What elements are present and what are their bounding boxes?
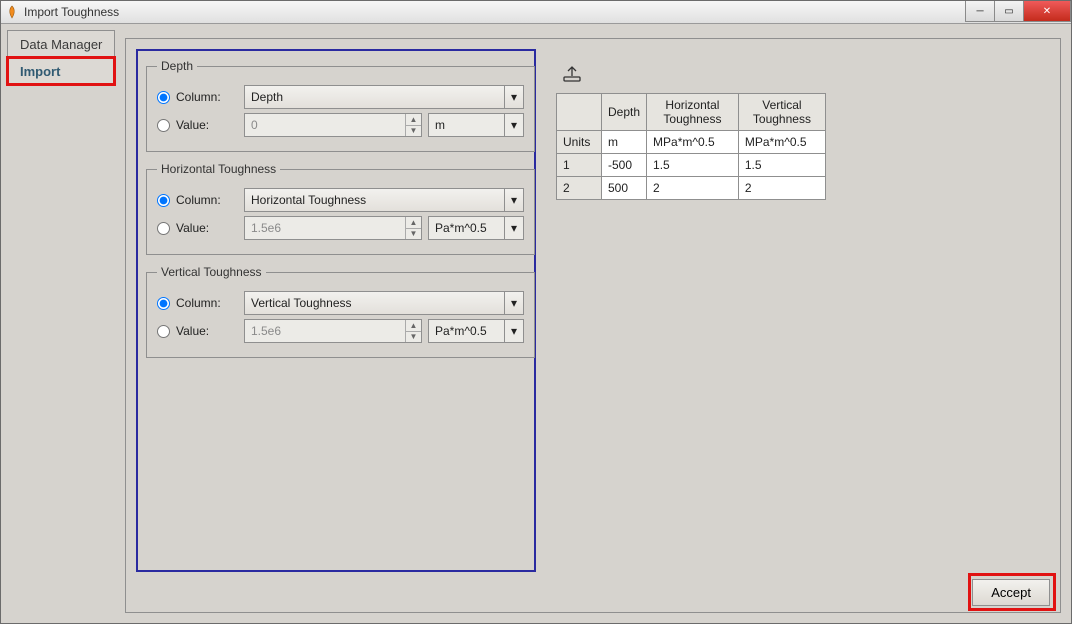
stepper-up-icon[interactable]: ▲ (405, 217, 421, 229)
vert-unit-value: Pa*m^0.5 (435, 324, 487, 338)
cell-vertical[interactable]: 2 (738, 177, 825, 200)
units-horizontal[interactable]: MPa*m^0.5 (647, 131, 739, 154)
horiz-radio-value[interactable] (157, 222, 170, 235)
data-table: Depth Horizontal Toughness Vertical Toug… (556, 93, 826, 200)
content-panel: Depth Column: Depth ▾ Value: 0 (125, 38, 1061, 613)
minimize-button[interactable]: ─ (965, 1, 995, 22)
units-depth[interactable]: m (602, 131, 647, 154)
vert-column-value: Vertical Toughness (251, 296, 352, 310)
depth-column-combo[interactable]: Depth ▾ (244, 85, 524, 109)
row-index: 1 (557, 154, 602, 177)
group-horiz-legend: Horizontal Toughness (157, 162, 280, 176)
units-row-label: Units (557, 131, 602, 154)
depth-unit-combo[interactable]: m ▾ (428, 113, 524, 137)
config-column: Depth Column: Depth ▾ Value: 0 (136, 49, 536, 572)
depth-column-label: Column: (176, 90, 238, 104)
titlebar: Import Toughness ─ ▭ ✕ (1, 1, 1071, 24)
vert-radio-column[interactable] (157, 297, 170, 310)
accept-button-label: Accept (991, 585, 1031, 600)
vert-value-label: Value: (176, 324, 238, 338)
chevron-down-icon: ▾ (504, 217, 523, 239)
window-controls: ─ ▭ ✕ (966, 1, 1071, 21)
close-button[interactable]: ✕ (1023, 1, 1071, 22)
horiz-unit-value: Pa*m^0.5 (435, 221, 487, 235)
right-column: Depth Horizontal Toughness Vertical Toug… (556, 49, 1050, 572)
vert-unit-combo[interactable]: Pa*m^0.5 ▾ (428, 319, 524, 343)
app-icon (5, 5, 19, 19)
horiz-column-label: Column: (176, 193, 238, 207)
vert-value-number: 1.5e6 (251, 324, 281, 338)
tab-import[interactable]: Import (7, 57, 115, 85)
horiz-value-spinner[interactable]: 1.5e6 ▲ ▼ (244, 216, 422, 240)
depth-radio-column[interactable] (157, 91, 170, 104)
horiz-column-value: Horizontal Toughness (251, 193, 366, 207)
stepper-down-icon[interactable]: ▼ (405, 126, 421, 137)
tab-strip: Data Manager Import (7, 30, 115, 84)
table-corner (557, 94, 602, 131)
table-row: 1 -500 1.5 1.5 (557, 154, 826, 177)
chevron-down-icon: ▾ (504, 114, 523, 136)
depth-unit-value: m (435, 118, 445, 132)
tab-data-manager-label: Data Manager (20, 37, 102, 52)
col-header-vertical[interactable]: Vertical Toughness (738, 94, 825, 131)
tab-data-manager[interactable]: Data Manager (7, 30, 115, 58)
window-title: Import Toughness (24, 5, 119, 19)
cell-vertical[interactable]: 1.5 (738, 154, 825, 177)
horiz-value-number: 1.5e6 (251, 221, 281, 235)
row-index: 2 (557, 177, 602, 200)
upload-icon[interactable] (562, 65, 1050, 83)
cell-depth[interactable]: 500 (602, 177, 647, 200)
group-vertical-toughness: Vertical Toughness Column: Vertical Toug… (146, 265, 535, 358)
group-depth-legend: Depth (157, 59, 197, 73)
col-header-horizontal[interactable]: Horizontal Toughness (647, 94, 739, 131)
maximize-button[interactable]: ▭ (994, 1, 1024, 22)
horiz-radio-column[interactable] (157, 194, 170, 207)
stepper-down-icon[interactable]: ▼ (405, 229, 421, 240)
window-root: Import Toughness ─ ▭ ✕ Data Manager Impo… (0, 0, 1072, 624)
cell-depth[interactable]: -500 (602, 154, 647, 177)
cell-horizontal[interactable]: 2 (647, 177, 739, 200)
chevron-down-icon: ▾ (504, 86, 523, 108)
stepper-up-icon[interactable]: ▲ (405, 320, 421, 332)
body-area: Data Manager Import Depth Column: Depth (3, 24, 1069, 621)
accept-button[interactable]: Accept (972, 579, 1050, 606)
cell-horizontal[interactable]: 1.5 (647, 154, 739, 177)
stepper-up-icon[interactable]: ▲ (405, 114, 421, 126)
depth-value-label: Value: (176, 118, 238, 132)
stepper-down-icon[interactable]: ▼ (405, 332, 421, 343)
vert-column-combo[interactable]: Vertical Toughness ▾ (244, 291, 524, 315)
col-header-depth[interactable]: Depth (602, 94, 647, 131)
tab-import-label: Import (20, 64, 60, 79)
vert-value-spinner[interactable]: 1.5e6 ▲ ▼ (244, 319, 422, 343)
depth-radio-value[interactable] (157, 119, 170, 132)
table-units-row: Units m MPa*m^0.5 MPa*m^0.5 (557, 131, 826, 154)
horiz-value-label: Value: (176, 221, 238, 235)
vert-radio-value[interactable] (157, 325, 170, 338)
group-horizontal-toughness: Horizontal Toughness Column: Horizontal … (146, 162, 535, 255)
group-vert-legend: Vertical Toughness (157, 265, 266, 279)
chevron-down-icon: ▾ (504, 320, 523, 342)
group-depth: Depth Column: Depth ▾ Value: 0 (146, 59, 535, 152)
horiz-column-combo[interactable]: Horizontal Toughness ▾ (244, 188, 524, 212)
table-row: 2 500 2 2 (557, 177, 826, 200)
chevron-down-icon: ▾ (504, 189, 523, 211)
chevron-down-icon: ▾ (504, 292, 523, 314)
vert-column-label: Column: (176, 296, 238, 310)
depth-column-value: Depth (251, 90, 283, 104)
units-vertical[interactable]: MPa*m^0.5 (738, 131, 825, 154)
depth-value-spinner[interactable]: 0 ▲ ▼ (244, 113, 422, 137)
depth-value-number: 0 (251, 118, 258, 132)
horiz-unit-combo[interactable]: Pa*m^0.5 ▾ (428, 216, 524, 240)
